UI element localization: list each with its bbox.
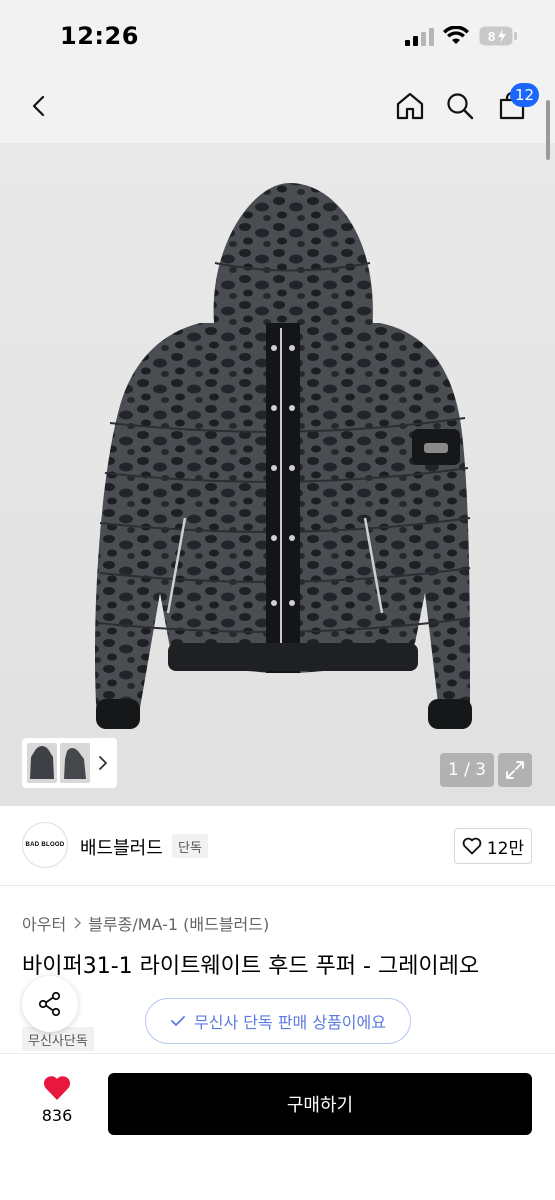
product-title: 바이퍼31-1 라이트웨이트 후드 푸퍼 - 그레이레오 — [22, 954, 480, 979]
share-button[interactable] — [22, 976, 78, 1032]
product-image — [94, 183, 472, 729]
brand-logo-text: BAD BLOOD — [25, 842, 65, 848]
brand-like-button[interactable]: 12만 — [454, 828, 532, 864]
scrollbar[interactable] — [546, 100, 550, 160]
thumbnail-image — [64, 748, 86, 779]
brand-like-count: 12만 — [486, 838, 525, 859]
wishlist-count: 836 — [41, 1106, 73, 1125]
home-icon — [396, 92, 424, 120]
wishlist-button[interactable]: 836 — [28, 1074, 86, 1134]
thumbnail-side[interactable] — [60, 743, 90, 783]
brand-logo[interactable]: BAD BLOOD — [22, 822, 68, 868]
heart-outline-icon — [462, 837, 482, 855]
brand-row: BAD BLOOD 배드블러드 단독 12만 — [0, 806, 555, 886]
search-icon — [447, 93, 474, 120]
exclusive-toast-text: 무신사 단독 판매 상품이에요 — [194, 1013, 386, 1032]
home-button[interactable] — [390, 86, 430, 126]
wifi-icon — [443, 26, 469, 44]
battery-icon: 8 — [479, 26, 517, 46]
share-icon — [38, 991, 61, 1017]
thumbnail-image — [30, 746, 54, 779]
heart-icon — [43, 1076, 71, 1100]
exclusive-toast: 무신사 단독 판매 상품이에요 — [145, 998, 411, 1044]
search-button[interactable] — [440, 86, 480, 126]
image-page-counter: 1 / 3 — [440, 753, 494, 787]
signal-icon — [405, 28, 434, 46]
brand-exclusive-tag: 단독 — [172, 834, 208, 858]
product-image-carousel[interactable]: 1 / 3 — [0, 143, 555, 806]
bottom-action-bar: 836 구매하기 — [0, 1053, 555, 1200]
thumbnail-front[interactable] — [27, 743, 57, 783]
nav-bar — [0, 70, 555, 143]
breadcrumb-item[interactable]: 블루종/MA-1 (배드블러드) — [88, 911, 269, 935]
check-icon — [171, 1016, 185, 1026]
status-bar: 12:26 8 — [0, 0, 555, 70]
status-time: 12:26 — [60, 22, 139, 50]
chevron-right-icon — [99, 756, 108, 770]
thumbnail-strip[interactable] — [22, 738, 117, 788]
chevron-right-icon — [74, 917, 82, 929]
cart-count-badge: 12 — [510, 83, 540, 107]
buy-button[interactable]: 구매하기 — [108, 1073, 532, 1135]
expand-image-button[interactable] — [498, 753, 532, 787]
expand-icon — [506, 761, 524, 779]
breadcrumb-item[interactable]: 아우터 — [22, 911, 66, 935]
back-button[interactable] — [20, 86, 60, 126]
breadcrumb: 아우터 블루종/MA-1 (배드블러드) — [22, 911, 269, 935]
chevron-left-icon — [32, 95, 45, 117]
battery-level: 8 — [488, 29, 495, 44]
brand-name[interactable]: 배드블러드 — [80, 834, 163, 860]
